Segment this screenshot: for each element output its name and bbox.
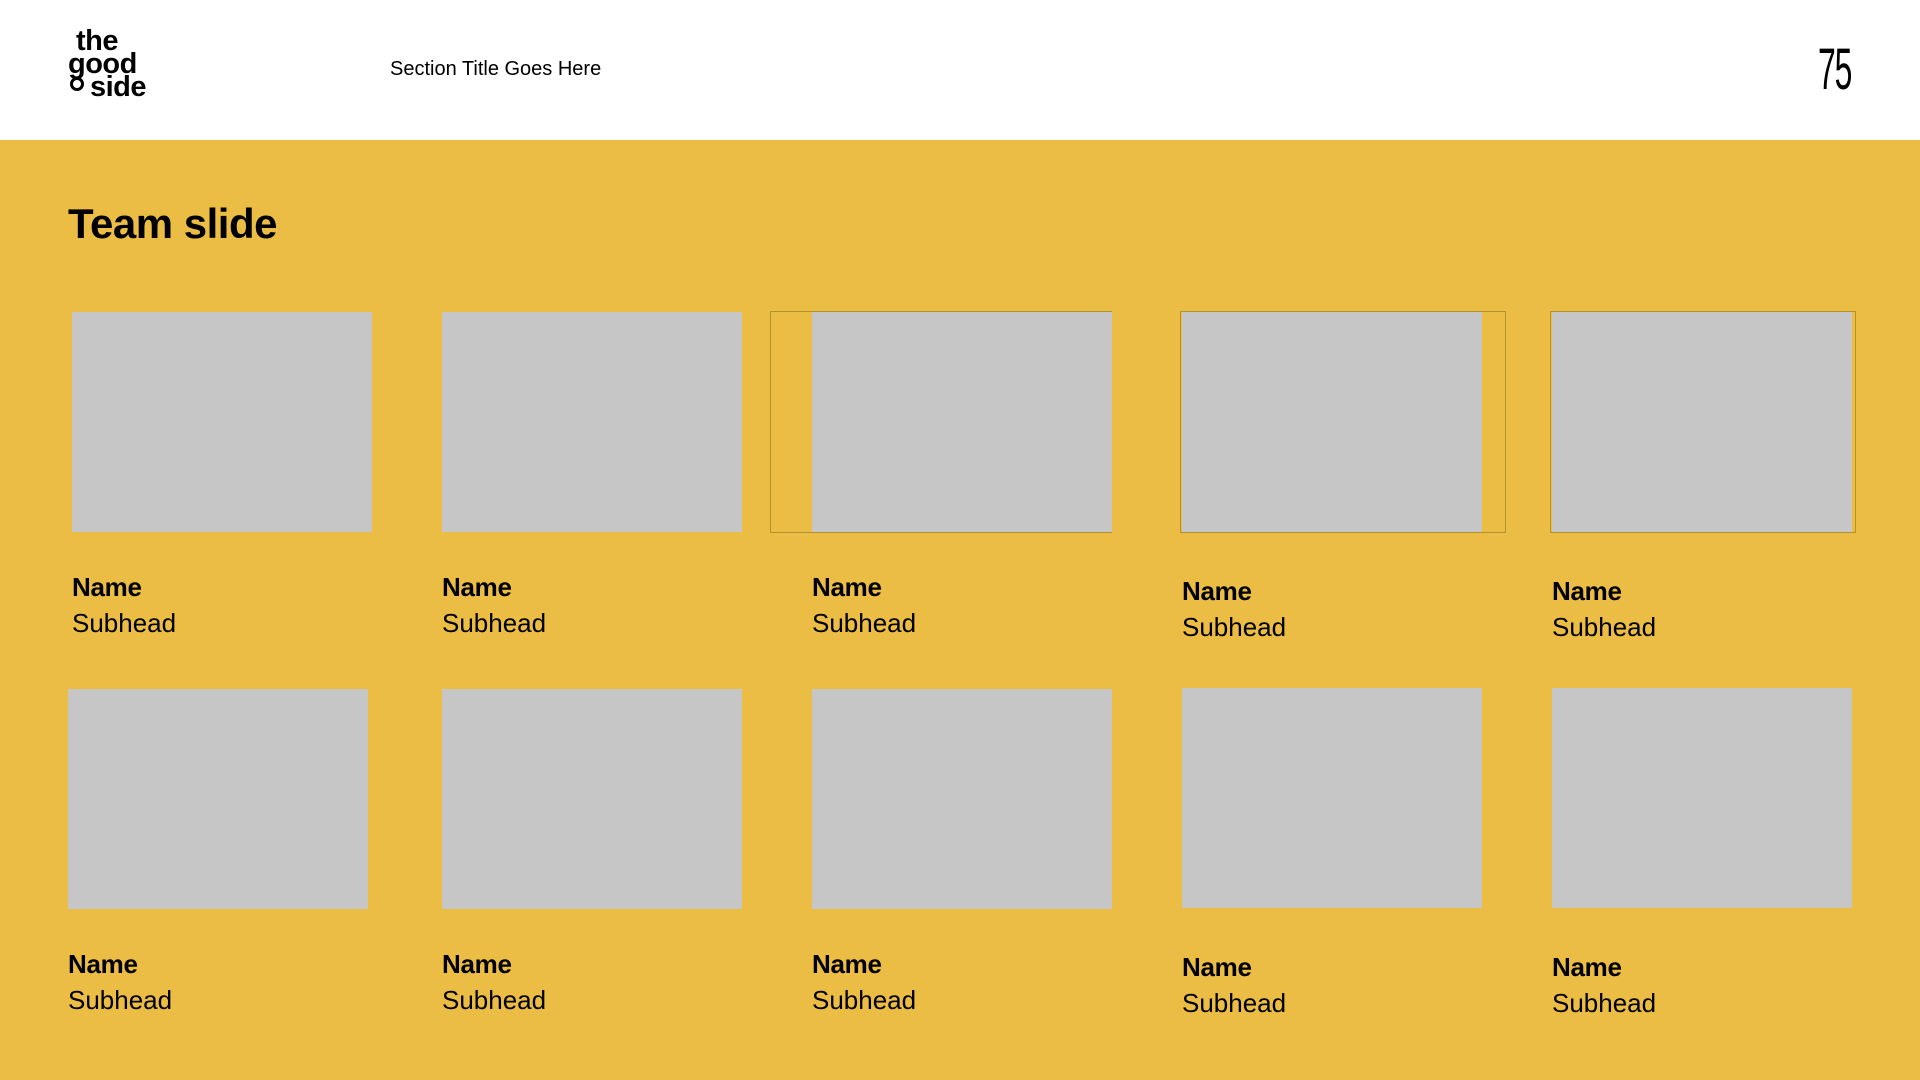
logo-line-3-text: side: [90, 71, 147, 103]
member-name: Name: [72, 572, 142, 602]
member-subhead: Subhead: [72, 608, 177, 638]
member-name: Name: [812, 949, 882, 979]
slide: the good side Section Title Goes Here 75…: [0, 0, 1920, 1080]
team-card[interactable]: Name Subhead: [1552, 312, 1852, 644]
team-card[interactable]: Name Subhead: [68, 689, 368, 1017]
member-subhead: Subhead: [68, 985, 173, 1015]
photo-placeholder[interactable]: [442, 312, 742, 532]
photo-placeholder[interactable]: [1552, 312, 1852, 532]
photo-placeholder[interactable]: [72, 312, 372, 532]
photo-placeholder[interactable]: [812, 312, 1112, 532]
team-card[interactable]: Name Subhead: [812, 312, 1112, 640]
team-card[interactable]: Name Subhead: [72, 312, 372, 640]
brand-logo: the good side: [68, 27, 158, 110]
logo-ring-icon: [70, 77, 84, 91]
team-card[interactable]: Name Subhead: [1182, 312, 1482, 644]
team-card[interactable]: Name Subhead: [442, 689, 742, 1017]
member-subhead: Subhead: [1552, 988, 1657, 1018]
member-subhead: Subhead: [812, 985, 917, 1015]
slide-title: Team slide: [68, 200, 277, 247]
photo-placeholder[interactable]: [1182, 312, 1482, 532]
header: the good side Section Title Goes Here 75: [0, 0, 1920, 140]
member-name: Name: [442, 949, 512, 979]
member-name: Name: [1552, 576, 1622, 606]
member-name: Name: [442, 572, 512, 602]
photo-placeholder[interactable]: [68, 689, 368, 909]
page-number: 75: [1818, 37, 1852, 102]
photo-placeholder[interactable]: [442, 689, 742, 909]
photo-placeholder[interactable]: [1552, 688, 1852, 908]
member-subhead: Subhead: [1552, 612, 1657, 642]
member-name: Name: [68, 949, 138, 979]
member-subhead: Subhead: [1182, 988, 1287, 1018]
photo-placeholder[interactable]: [812, 689, 1112, 909]
member-name: Name: [1182, 952, 1252, 982]
team-card[interactable]: Name Subhead: [442, 312, 742, 640]
member-subhead: Subhead: [442, 608, 547, 638]
team-card[interactable]: Name Subhead: [812, 689, 1112, 1017]
photo-placeholder[interactable]: [1182, 688, 1482, 908]
logo-line-3: side: [68, 73, 158, 102]
member-name: Name: [1552, 952, 1622, 982]
section-title: Section Title Goes Here: [390, 58, 602, 80]
member-subhead: Subhead: [442, 985, 547, 1015]
member-name: Name: [1182, 576, 1252, 606]
member-subhead: Subhead: [1182, 612, 1287, 642]
team-card[interactable]: Name Subhead: [1182, 688, 1482, 1020]
member-name: Name: [812, 572, 882, 602]
team-card[interactable]: Name Subhead: [1552, 688, 1852, 1020]
member-subhead: Subhead: [812, 608, 917, 638]
